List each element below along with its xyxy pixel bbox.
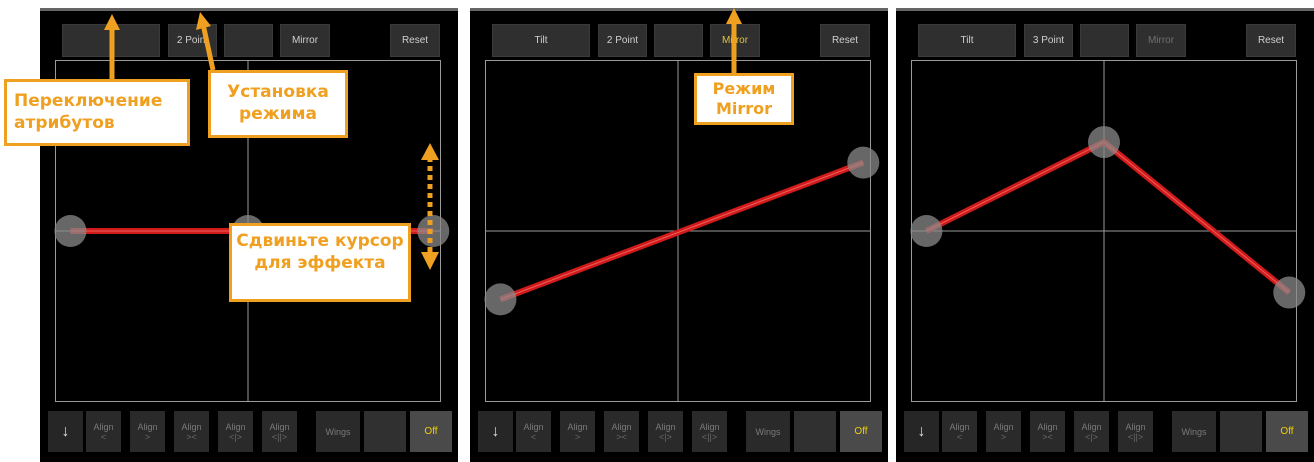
align-wide-button[interactable]: Align <||> bbox=[262, 411, 297, 452]
arrow-down-button[interactable]: ↓ bbox=[904, 411, 939, 452]
align-label: Align bbox=[523, 421, 544, 432]
control-point-handle[interactable] bbox=[417, 215, 450, 247]
wings-button[interactable]: Wings bbox=[316, 411, 360, 452]
align-label: Align bbox=[567, 421, 588, 432]
callout-move-cursor: Сдвиньте курсор для эффекта bbox=[229, 223, 411, 302]
align-in-icon: >< bbox=[1042, 431, 1053, 442]
callout-attribute-switch: Переключение атрибутов bbox=[4, 79, 190, 146]
align-label: Align bbox=[1125, 421, 1146, 432]
arrow-down-icon: ↓ bbox=[917, 422, 926, 440]
blank-button[interactable] bbox=[654, 24, 703, 57]
align-in-icon: >< bbox=[186, 431, 197, 442]
blank-bottom-button[interactable] bbox=[1220, 411, 1262, 452]
align-label: Align bbox=[137, 421, 158, 432]
control-point-handle[interactable] bbox=[1273, 276, 1306, 309]
bottom-bar: ↓ Align < Align > Align >< Align <|> Align <|… bbox=[478, 411, 882, 452]
effect-curve bbox=[925, 138, 1292, 295]
align-left-button[interactable]: Align < bbox=[86, 411, 121, 452]
blank-bottom-button[interactable] bbox=[794, 411, 836, 452]
off-button[interactable]: Off bbox=[1266, 411, 1308, 452]
blank-button[interactable] bbox=[1080, 24, 1129, 57]
effect-panel-2: Tilt 2 Point Mirror Reset ↓ Align < Align… bbox=[470, 8, 888, 462]
align-out-button[interactable]: Align <|> bbox=[1074, 411, 1109, 452]
align-left-icon: < bbox=[956, 431, 963, 442]
mirror-button[interactable]: Mirror bbox=[280, 24, 330, 57]
align-out-button[interactable]: Align <|> bbox=[218, 411, 253, 452]
mode-button[interactable]: 3 Point bbox=[1024, 24, 1073, 57]
align-in-icon: >< bbox=[616, 431, 627, 442]
align-left-button[interactable]: Align < bbox=[516, 411, 551, 452]
align-label: Align bbox=[699, 421, 720, 432]
mode-button[interactable]: 2 Point bbox=[168, 24, 217, 57]
reset-button[interactable]: Reset bbox=[390, 24, 440, 57]
reset-button[interactable]: Reset bbox=[1246, 24, 1296, 57]
wings-button[interactable]: Wings bbox=[746, 411, 790, 452]
arrow-down-button[interactable]: ↓ bbox=[48, 411, 83, 452]
attribute-button[interactable]: Tilt bbox=[918, 24, 1016, 57]
mode-button[interactable]: 2 Point bbox=[598, 24, 647, 57]
align-right-icon: > bbox=[574, 431, 581, 442]
align-label: Align bbox=[949, 421, 970, 432]
align-label: Align bbox=[611, 421, 632, 432]
align-left-icon: < bbox=[100, 431, 107, 442]
align-wide-icon: <||> bbox=[701, 431, 718, 442]
align-label: Align bbox=[1081, 421, 1102, 432]
align-out-icon: <|> bbox=[1085, 431, 1098, 442]
mirror-button[interactable]: Mirror bbox=[1136, 24, 1186, 57]
align-label: Align bbox=[225, 421, 246, 432]
align-right-button[interactable]: Align > bbox=[130, 411, 165, 452]
wings-button[interactable]: Wings bbox=[1172, 411, 1216, 452]
align-right-button[interactable]: Align > bbox=[986, 411, 1021, 452]
effect-curve-highlight bbox=[926, 141, 1290, 293]
control-point-handle[interactable] bbox=[484, 283, 517, 316]
align-label: Align bbox=[993, 421, 1014, 432]
align-out-button[interactable]: Align <|> bbox=[648, 411, 683, 452]
align-wide-button[interactable]: Align <||> bbox=[1118, 411, 1153, 452]
align-right-icon: > bbox=[1000, 431, 1007, 442]
align-right-button[interactable]: Align > bbox=[560, 411, 595, 452]
arrow-down-icon: ↓ bbox=[61, 422, 70, 440]
effect-grid[interactable] bbox=[910, 60, 1306, 402]
attribute-button[interactable] bbox=[62, 24, 160, 57]
control-point-handle[interactable] bbox=[847, 146, 880, 179]
align-label: Align bbox=[93, 421, 114, 432]
bottom-bar: ↓ Align < Align > Align >< Align <|> Align <|… bbox=[904, 411, 1308, 452]
align-out-icon: <|> bbox=[659, 431, 672, 442]
off-button[interactable]: Off bbox=[840, 411, 882, 452]
align-label: Align bbox=[181, 421, 202, 432]
attribute-button[interactable]: Tilt bbox=[492, 24, 590, 57]
align-out-icon: <|> bbox=[229, 431, 242, 442]
effect-panel-3: Tilt 3 Point Mirror Reset ↓ Align < Align… bbox=[896, 8, 1314, 462]
callout-mirror-mode: Режим Mirror bbox=[694, 73, 794, 125]
blank-bottom-button[interactable] bbox=[364, 411, 406, 452]
off-button[interactable]: Off bbox=[410, 411, 452, 452]
effect-grid[interactable] bbox=[484, 60, 880, 402]
align-label: Align bbox=[1037, 421, 1058, 432]
align-in-button[interactable]: Align >< bbox=[174, 411, 209, 452]
blank-button[interactable] bbox=[224, 24, 273, 57]
align-label: Align bbox=[655, 421, 676, 432]
arrow-down-icon: ↓ bbox=[491, 422, 500, 440]
control-point-handle[interactable] bbox=[54, 215, 87, 247]
bottom-bar: ↓ Align < Align > Align >< Align <|> Align <|… bbox=[48, 411, 452, 452]
align-left-button[interactable]: Align < bbox=[942, 411, 977, 452]
control-point-handle[interactable] bbox=[910, 215, 943, 247]
align-right-icon: > bbox=[144, 431, 151, 442]
align-left-icon: < bbox=[530, 431, 537, 442]
align-in-button[interactable]: Align >< bbox=[604, 411, 639, 452]
align-wide-icon: <||> bbox=[271, 431, 288, 442]
callout-mode-setting: Установка режима bbox=[208, 70, 348, 138]
control-point-handle[interactable] bbox=[1088, 126, 1120, 159]
align-wide-button[interactable]: Align <||> bbox=[692, 411, 727, 452]
mirror-button[interactable]: Mirror bbox=[710, 24, 760, 57]
align-label: Align bbox=[269, 421, 290, 432]
align-in-button[interactable]: Align >< bbox=[1030, 411, 1065, 452]
align-wide-icon: <||> bbox=[1127, 431, 1144, 442]
arrow-down-button[interactable]: ↓ bbox=[478, 411, 513, 452]
reset-button[interactable]: Reset bbox=[820, 24, 870, 57]
